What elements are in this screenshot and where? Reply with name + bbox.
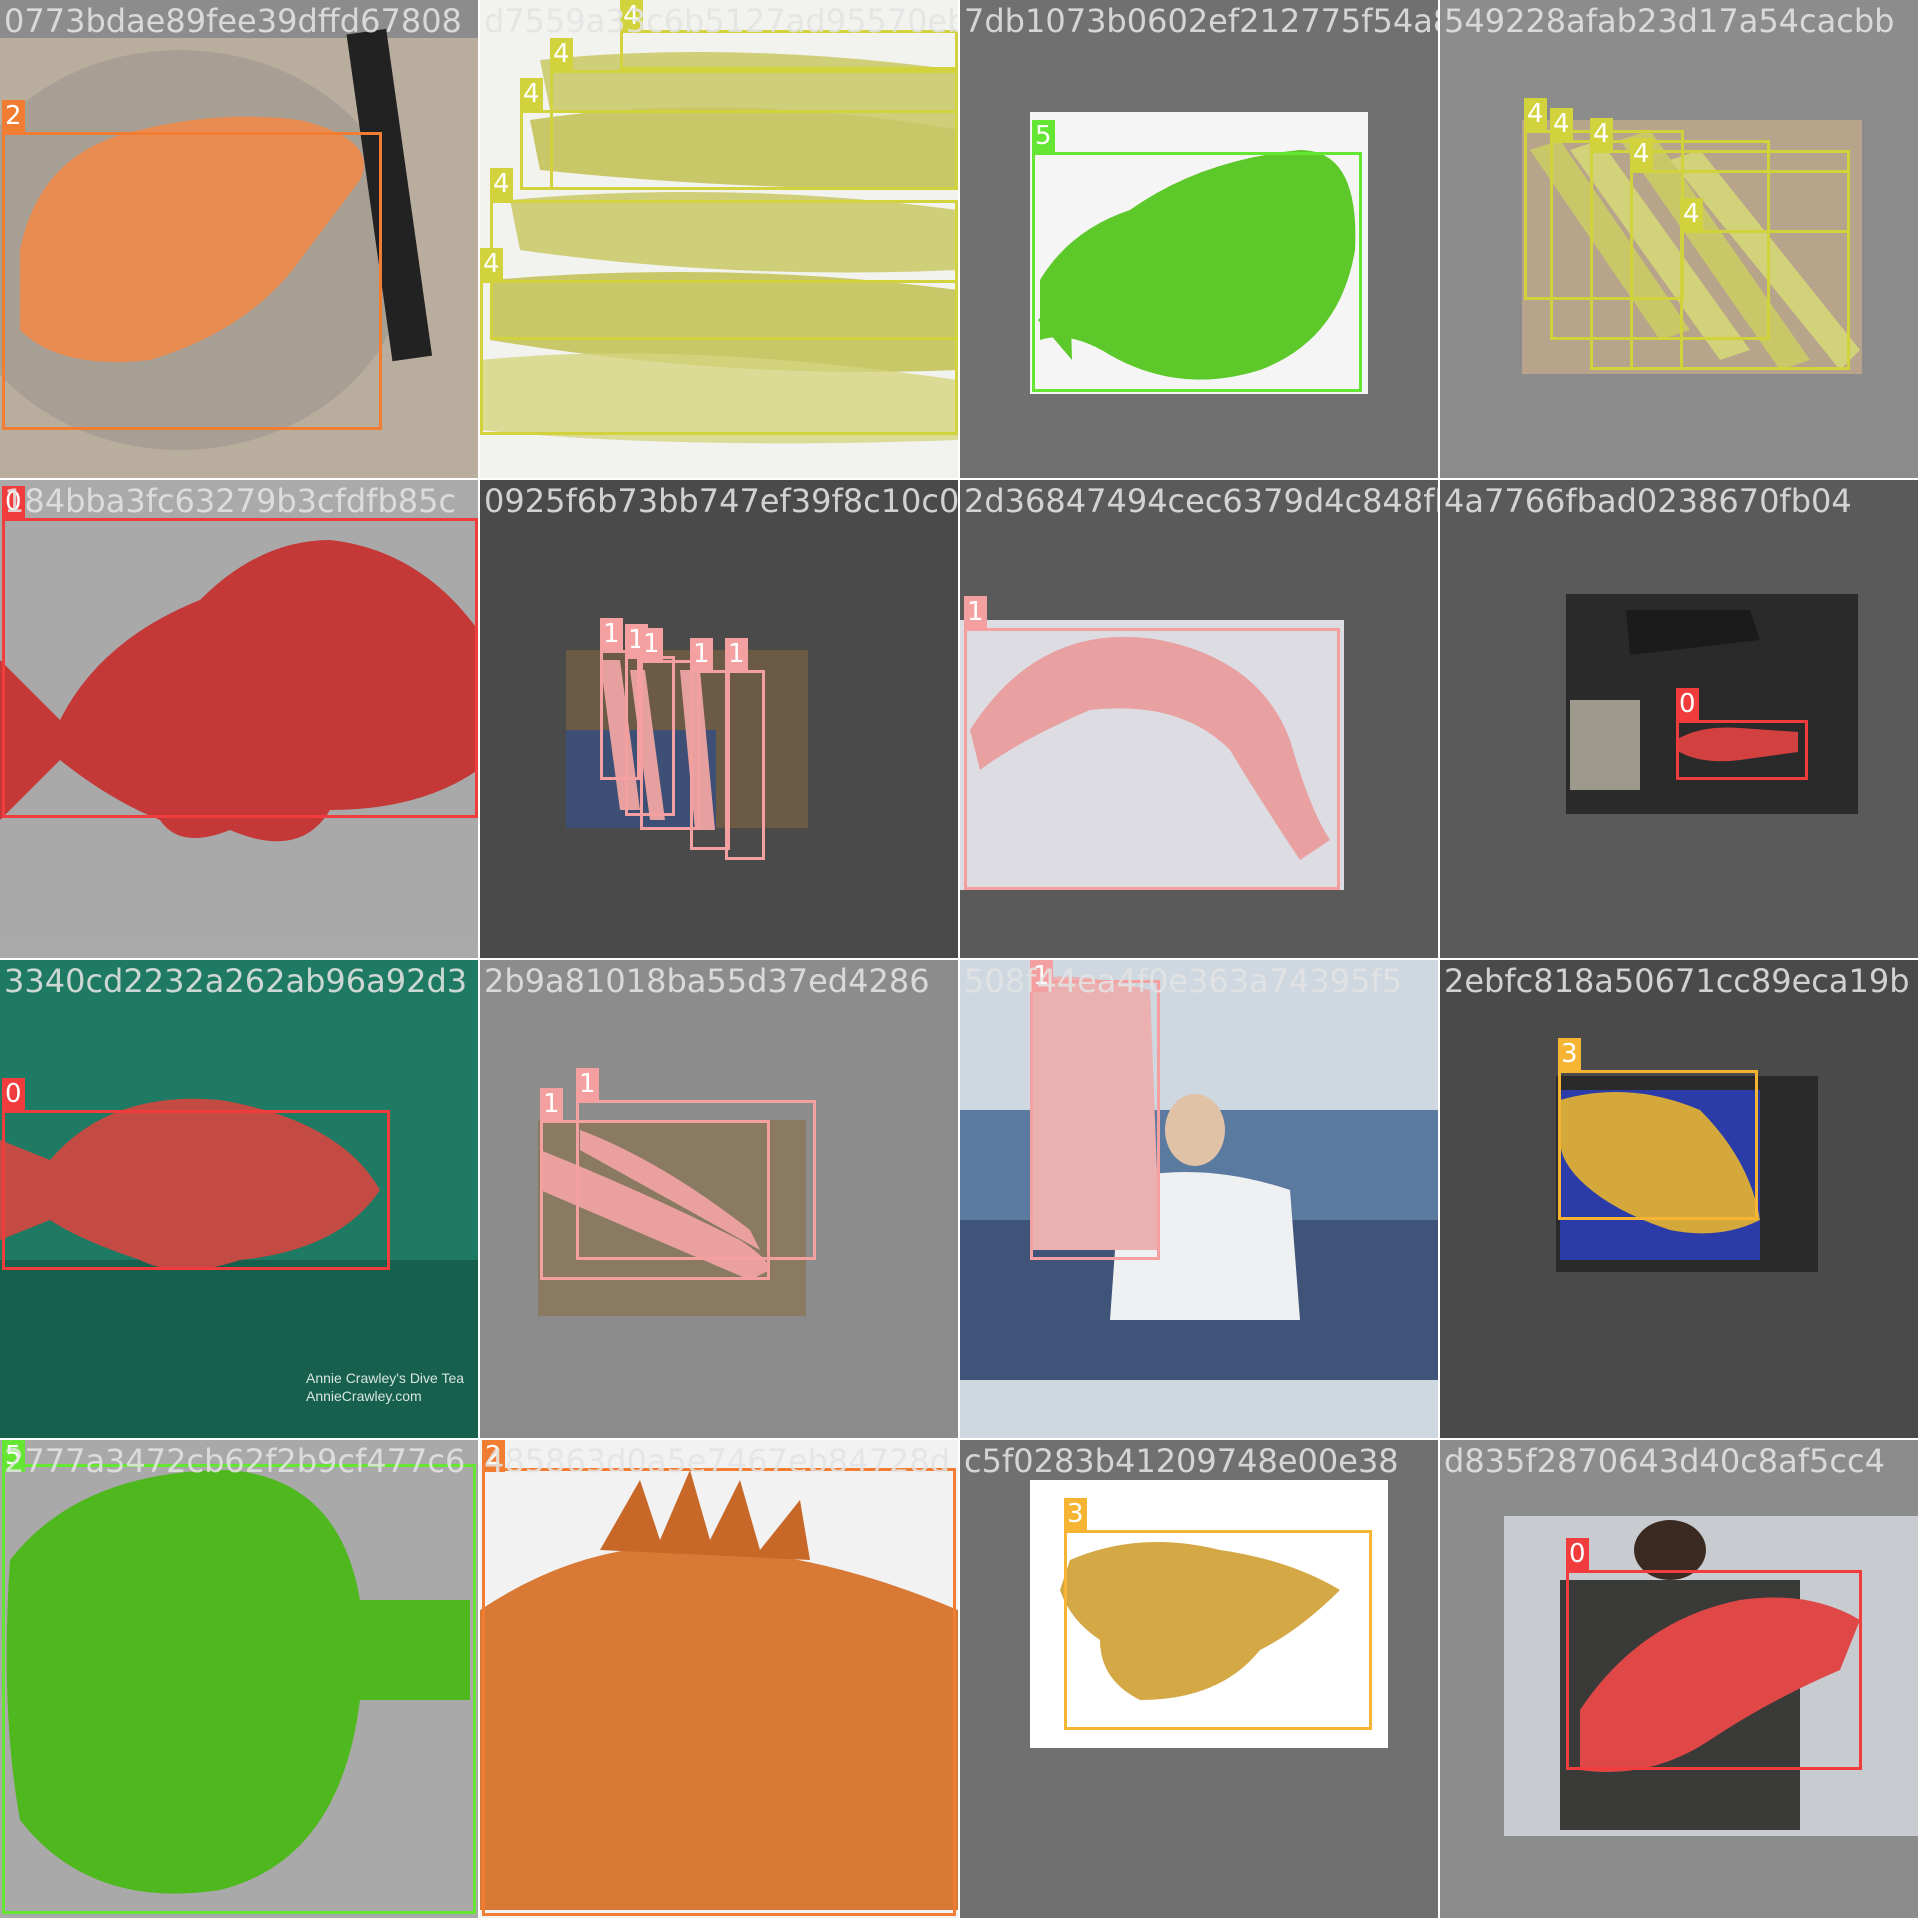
- image-tile: Annie Crawley's Dive Tea AnnieCrawley.com…: [0, 960, 478, 1438]
- image-tile: 2 485863d0a5e7467eb84728d: [480, 1440, 958, 1918]
- image-tile: 1 1 2b9a81018ba55d37ed4286: [480, 960, 958, 1438]
- tile-filename: 0773bdae89fee39dffd67808: [4, 2, 462, 40]
- bounding-box: [2, 518, 478, 818]
- bounding-box: [482, 1468, 956, 1916]
- watermark-caption: AnnieCrawley.com: [306, 1388, 422, 1404]
- bounding-box: [690, 670, 730, 850]
- tile-filename: 508f44ea4f0e363a74395f5: [964, 962, 1403, 1000]
- tile-filename: 0925f6b73bb747ef39f8c10c0b: [484, 482, 958, 520]
- image-tile: 1 1 1 1 1 0925f6b73bb747ef39f8c10c0b: [480, 480, 958, 958]
- class-label: 4: [1680, 198, 1703, 230]
- tile-filename: c5f0283b41209748e00e38: [964, 1442, 1399, 1480]
- watermark-caption: Annie Crawley's Dive Tea: [306, 1370, 465, 1386]
- tile-filename: 485863d0a5e7467eb84728d: [484, 1442, 951, 1480]
- class-label: 1: [540, 1088, 563, 1120]
- tile-filename: 2d36847494cec6379d4c848fb: [964, 482, 1438, 520]
- tile-filename: 2b9a81018ba55d37ed4286: [484, 962, 930, 1000]
- class-label: 4: [520, 78, 543, 110]
- image-tile: 3 2ebfc818a50671cc89eca19b: [1440, 960, 1918, 1438]
- class-label: 4: [490, 168, 513, 200]
- class-label: 3: [1064, 1498, 1087, 1530]
- class-label: 0: [2, 1078, 25, 1110]
- image-tile: 0 4a7766fbad0238670fb04: [1440, 480, 1918, 958]
- class-label: 4: [1550, 108, 1573, 140]
- class-label: 1: [725, 638, 748, 670]
- bounding-box: [480, 280, 958, 435]
- tile-filename: 184bba3fc63279b3cfdfb85c: [4, 482, 457, 520]
- class-label: 0: [1566, 1538, 1589, 1570]
- class-label: 1: [964, 596, 987, 628]
- class-label: 4: [1630, 138, 1653, 170]
- bounding-box: [520, 110, 958, 190]
- mosaic-grid: 2 0773bdae89fee39dffd67808 4 4 4 4 4 d7559a33c…: [0, 0, 1920, 1920]
- image-tile: 1 2d36847494cec6379d4c848fb: [960, 480, 1438, 958]
- tile-filename: d835f2870643d40c8af5cc4: [1444, 1442, 1885, 1480]
- bounding-box: [1030, 980, 1160, 1260]
- bounding-box: [1064, 1530, 1372, 1730]
- tile-filename: 7db1073b0602ef212775f54a85: [964, 2, 1438, 40]
- image-tile: 2 0773bdae89fee39dffd67808: [0, 0, 478, 478]
- image-tile: 5 7db1073b0602ef212775f54a85: [960, 0, 1438, 478]
- image-tile: 0 d835f2870643d40c8af5cc4: [1440, 1440, 1918, 1918]
- bounding-box: [576, 1100, 816, 1260]
- image-tile: 4 4 4 4 4 d7559a33c6b5127ad95570eb: [480, 0, 958, 478]
- image-tile: 3 c5f0283b41209748e00e38: [960, 1440, 1438, 1918]
- class-label: 1: [690, 638, 713, 670]
- tile-filename: 4a7766fbad0238670fb04: [1444, 482, 1852, 520]
- class-label: 2: [2, 100, 25, 132]
- tile-filename: 549228afab23d17a54cacbb: [1444, 2, 1895, 40]
- bounding-box: [725, 670, 765, 860]
- class-label: 1: [640, 628, 663, 660]
- bounding-box: [1676, 720, 1808, 780]
- class-label: 4: [550, 38, 573, 70]
- tile-filename: 2ebfc818a50671cc89eca19b: [1444, 962, 1910, 1000]
- bounding-box: [1558, 1070, 1758, 1220]
- tile-filename: d7559a33c6b5127ad95570eb: [484, 2, 958, 40]
- class-label: 4: [1590, 118, 1613, 150]
- class-label: 3: [1558, 1038, 1581, 1070]
- class-label: 5: [1032, 120, 1055, 152]
- bounding-box: [964, 628, 1340, 890]
- image-tile: 1 508f44ea4f0e363a74395f5: [960, 960, 1438, 1438]
- image-tile: 5 2777a3472cb62f2b9cf477c6: [0, 1440, 478, 1918]
- bounding-box: [2, 1464, 476, 1914]
- class-label: 4: [480, 248, 503, 280]
- bounding-box: [2, 132, 382, 430]
- tile-filename: 2777a3472cb62f2b9cf477c6: [4, 1442, 466, 1480]
- image-tile: 0 184bba3fc63279b3cfdfb85c: [0, 480, 478, 958]
- class-label: 1: [600, 618, 623, 650]
- class-label: 4: [1524, 98, 1547, 130]
- bounding-box: [1566, 1570, 1862, 1770]
- class-label: 0: [1676, 688, 1699, 720]
- bounding-box: [2, 1110, 390, 1270]
- bounding-box: [1032, 152, 1362, 392]
- bounding-box: [1680, 230, 1850, 370]
- class-label: 1: [576, 1068, 599, 1100]
- image-tile: 4 4 4 4 4 549228afab23d17a54cacbb: [1440, 0, 1918, 478]
- tile-filename: 3340cd2232a262ab96a92d3: [4, 962, 468, 1000]
